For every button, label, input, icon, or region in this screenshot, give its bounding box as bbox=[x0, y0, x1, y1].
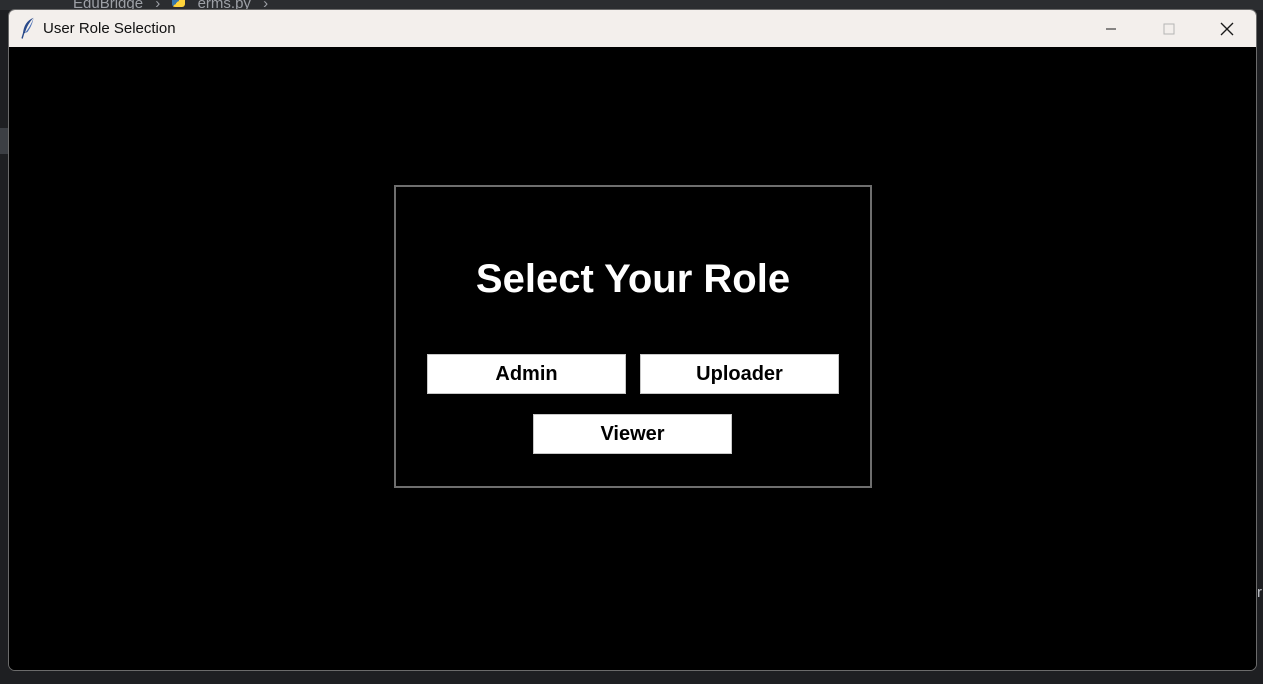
viewer-button[interactable]: Viewer bbox=[533, 414, 732, 454]
admin-button[interactable]: Admin bbox=[427, 354, 626, 394]
close-button[interactable] bbox=[1198, 10, 1256, 47]
uploader-button[interactable]: Uploader bbox=[640, 354, 839, 394]
minimize-icon bbox=[1106, 28, 1116, 29]
role-heading: Select Your Role bbox=[475, 257, 791, 301]
role-selection-frame: Select Your Role Admin Uploader Viewer bbox=[394, 185, 872, 488]
window-title: User Role Selection bbox=[43, 20, 176, 37]
ide-background-text: r bbox=[1257, 584, 1262, 601]
maximize-icon bbox=[1163, 23, 1175, 34]
feather-icon bbox=[21, 17, 34, 39]
maximize-button[interactable] bbox=[1140, 10, 1198, 47]
close-icon bbox=[1220, 22, 1234, 35]
role-selection-window: User Role Selection Select Your Role Adm… bbox=[8, 9, 1257, 671]
window-content: Select Your Role Admin Uploader Viewer bbox=[9, 47, 1256, 670]
ide-sidebar-highlight bbox=[0, 128, 8, 154]
minimize-button[interactable] bbox=[1082, 10, 1140, 47]
python-file-icon bbox=[172, 0, 186, 7]
title-bar[interactable]: User Role Selection bbox=[9, 10, 1256, 47]
